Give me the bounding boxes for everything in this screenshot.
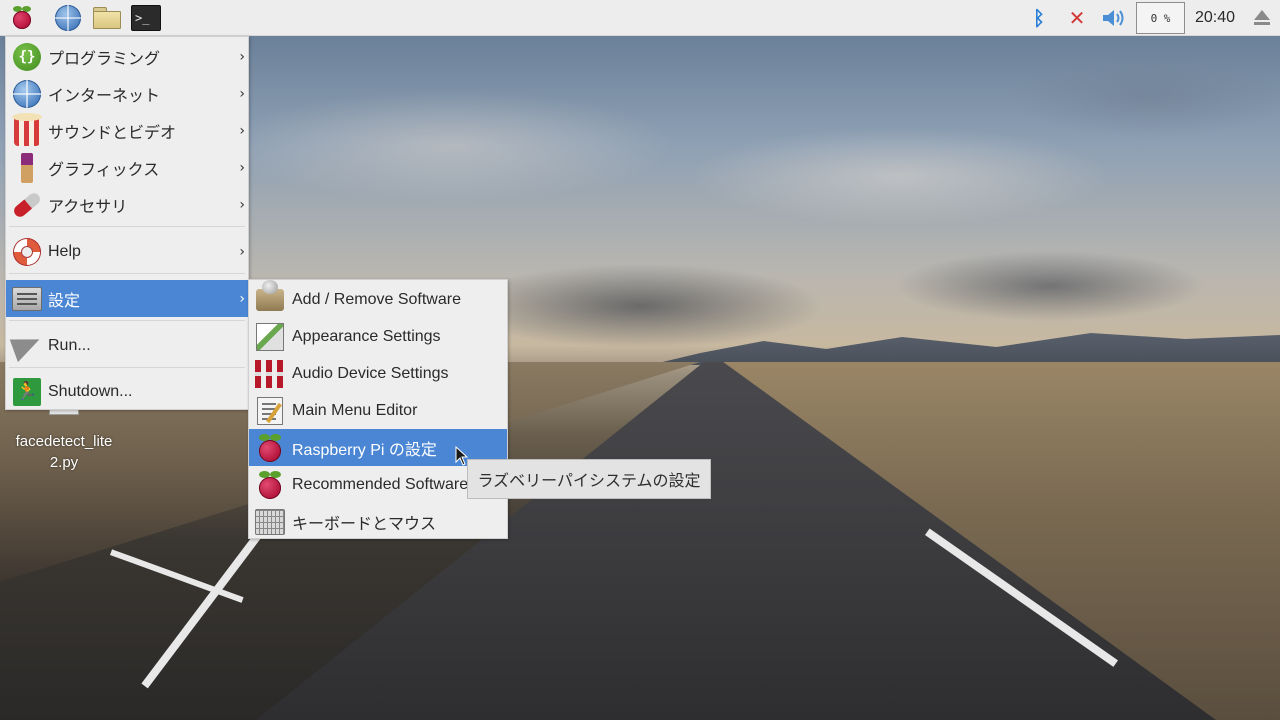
bluetooth-button[interactable]: ᛒ [1028,6,1050,30]
internet-icon [13,79,41,108]
eject-button[interactable] [1253,10,1271,28]
run-icon [9,329,45,362]
file-manager-launcher[interactable] [92,3,122,33]
main-menu: {} プログラミング › インターネット › サウンドとビデオ › グラフィック… [5,36,249,410]
menu-separator [9,320,245,321]
menu-item-help[interactable]: Help › [6,233,248,270]
sound-video-icon [12,112,42,146]
main-menu-editor-icon [257,396,283,425]
raspberry-pi-menu-icon [11,6,33,30]
settings-icon [12,286,42,311]
menu-item-label: Run... [48,336,91,354]
desktop-file-label: facedetect_lite 2.py [15,433,113,471]
menu-item-graphics[interactable]: グラフィックス › [6,149,248,186]
menu-item-label: 設定 [48,292,81,310]
menu-item-label: Help [48,242,81,260]
desktop-file-icon[interactable]: facedetect_lite 2.py [8,405,120,473]
terminal-icon: >_ [131,5,161,31]
submenu-item-label: Add / Remove Software [292,290,461,308]
tooltip: ラズベリーパイシステムの設定 [467,459,711,499]
menu-item-label: インターネット [48,87,161,105]
submenu-item-appearance-settings[interactable]: Appearance Settings [249,318,507,355]
menu-item-label: Shutdown... [48,382,133,400]
submenu-item-label: Recommended Software [292,475,469,493]
submenu-item-audio-device-settings[interactable]: Audio Device Settings [249,355,507,392]
web-browser-icon [55,5,81,31]
menu-item-accessories[interactable]: アクセサリ › [6,186,248,223]
appearance-settings-icon [256,322,284,351]
keyboard-mouse-icon [255,508,285,535]
recommended-software-icon [257,470,283,499]
submenu-item-keyboard-mouse[interactable]: キーボードとマウス [249,503,507,540]
desktop: facedetect_lite 2.py >_ ᛒ ✕ 0 % 20:40 {}… [0,0,1280,720]
settings-submenu: Add / Remove Software Appearance Setting… [248,279,508,539]
cpu-usage-monitor[interactable]: 0 % [1136,2,1185,34]
network-disconnected-icon: ✕ [1068,6,1086,30]
file-manager-icon [93,7,121,29]
submenu-item-main-menu-editor[interactable]: Main Menu Editor [249,392,507,429]
menu-item-programming[interactable]: {} プログラミング › [6,38,248,75]
tooltip-text: ラズベリーパイシステムの設定 [477,473,701,490]
submenu-arrow-icon: › [239,196,245,213]
submenu-item-add-remove-software[interactable]: Add / Remove Software [249,279,507,318]
menu-item-sound-video[interactable]: サウンドとビデオ › [6,112,248,149]
eject-icon [1253,10,1271,25]
submenu-arrow-icon: › [239,290,245,307]
submenu-arrow-icon: › [239,85,245,102]
submenu-arrow-icon: › [239,122,245,139]
submenu-item-label: キーボードとマウス [292,515,437,533]
menu-item-run[interactable]: Run... [6,327,248,364]
menu-item-settings[interactable]: 設定 › [6,280,248,317]
clock[interactable]: 20:40 [1192,0,1238,36]
submenu-item-label: Main Menu Editor [292,401,418,419]
cpu-usage-text: 0 % [1150,11,1171,25]
menu-separator [9,273,245,274]
menu-item-label: プログラミング [48,50,161,68]
menu-separator [9,226,245,227]
web-browser-launcher[interactable] [53,3,83,33]
submenu-arrow-icon: › [239,159,245,176]
submenu-item-label: Raspberry Pi の設定 [292,441,437,459]
submenu-arrow-icon: › [239,48,245,65]
submenu-item-label: Appearance Settings [292,327,441,345]
accessories-icon [11,190,43,219]
network-button[interactable]: ✕ [1064,6,1090,30]
menu-item-internet[interactable]: インターネット › [6,75,248,112]
volume-button[interactable] [1100,6,1128,30]
submenu-arrow-icon: › [239,243,245,260]
graphics-icon [21,152,33,183]
shutdown-icon: 🏃 [13,377,41,406]
help-icon [13,237,41,266]
menu-separator [9,367,245,368]
raspberry-pi-config-icon [257,433,283,462]
add-remove-software-icon [256,279,284,311]
top-panel: >_ ᛒ ✕ 0 % 20:40 [0,0,1280,36]
menu-item-label: サウンドとビデオ [48,124,177,142]
audio-device-settings-icon [255,359,285,388]
submenu-item-label: Audio Device Settings [292,364,449,382]
menu-item-shutdown[interactable]: 🏃 Shutdown... [6,373,248,410]
terminal-launcher[interactable]: >_ [131,3,161,33]
volume-icon [1103,10,1124,26]
bluetooth-icon: ᛒ [1033,6,1045,30]
raspberry-menu-button[interactable] [7,3,37,33]
menu-item-label: グラフィックス [48,161,160,179]
menu-item-label: アクセサリ [48,198,128,216]
programming-icon: {} [13,42,41,71]
